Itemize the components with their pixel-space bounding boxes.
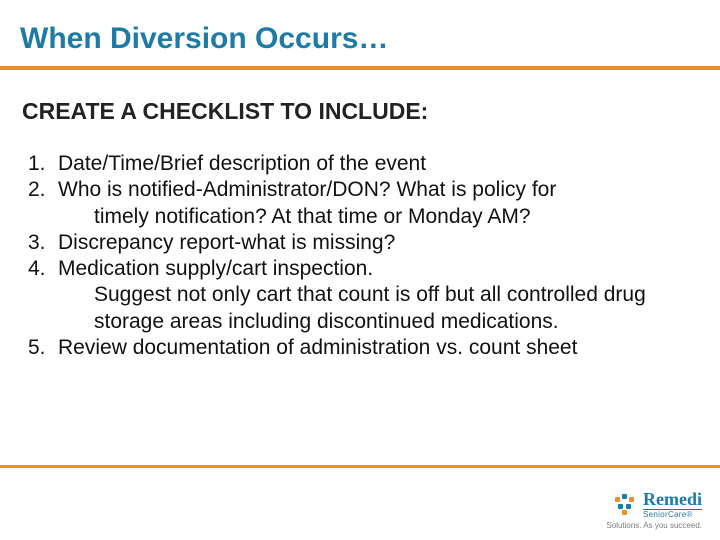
list-text-main: Date/Time/Brief description of the event [58,152,426,175]
list-text: Date/Time/Brief description of the event [58,151,692,177]
brand-tagline: Solutions. As you succeed. [606,521,702,530]
brand-logo: Remedi SeniorCare® [615,490,702,519]
list-item: 2. Who is notified-Administrator/DON? Wh… [28,177,692,230]
slide-title: When Diversion Occurs… [0,0,720,66]
list-text-extra: Suggest not only cart that count is off … [58,282,692,335]
list-text-main: Who is notified-Administrator/DON? What … [58,178,556,201]
list-item: 4. Medication supply/cart inspection. Su… [28,256,692,335]
list-number: 2. [28,177,58,230]
brand-sub: SeniorCare® [643,509,702,519]
list-text: Review documentation of administration v… [58,335,692,361]
list-number: 1. [28,151,58,177]
list-number: 4. [28,256,58,335]
list-text-main: Medication supply/cart inspection. [58,257,373,280]
slide-subtitle: CREATE A CHECKLIST TO INCLUDE: [0,70,720,131]
list-text-extra: timely notification? At that time or Mon… [58,204,692,230]
list-text-main: Discrepancy report-what is missing? [58,231,395,254]
list-text: Discrepancy report-what is missing? [58,230,692,256]
list-number: 3. [28,230,58,256]
brand-name: Remedi [643,490,702,508]
list-text: Medication supply/cart inspection. Sugge… [58,256,692,335]
brand-mark-icon [615,494,637,516]
list-item: 3. Discrepancy report-what is missing? [28,230,692,256]
slide: When Diversion Occurs… CREATE A CHECKLIS… [0,0,720,540]
footer: Remedi SeniorCare® Solutions. As you suc… [606,490,702,530]
list-item: 1. Date/Time/Brief description of the ev… [28,151,692,177]
footer-divider [0,465,720,468]
list-text: Who is notified-Administrator/DON? What … [58,177,692,230]
list-item: 5. Review documentation of administratio… [28,335,692,361]
checklist: 1. Date/Time/Brief description of the ev… [0,131,720,361]
brand-text: Remedi SeniorCare® [643,490,702,519]
list-text-main: Review documentation of administration v… [58,336,577,359]
list-number: 5. [28,335,58,361]
